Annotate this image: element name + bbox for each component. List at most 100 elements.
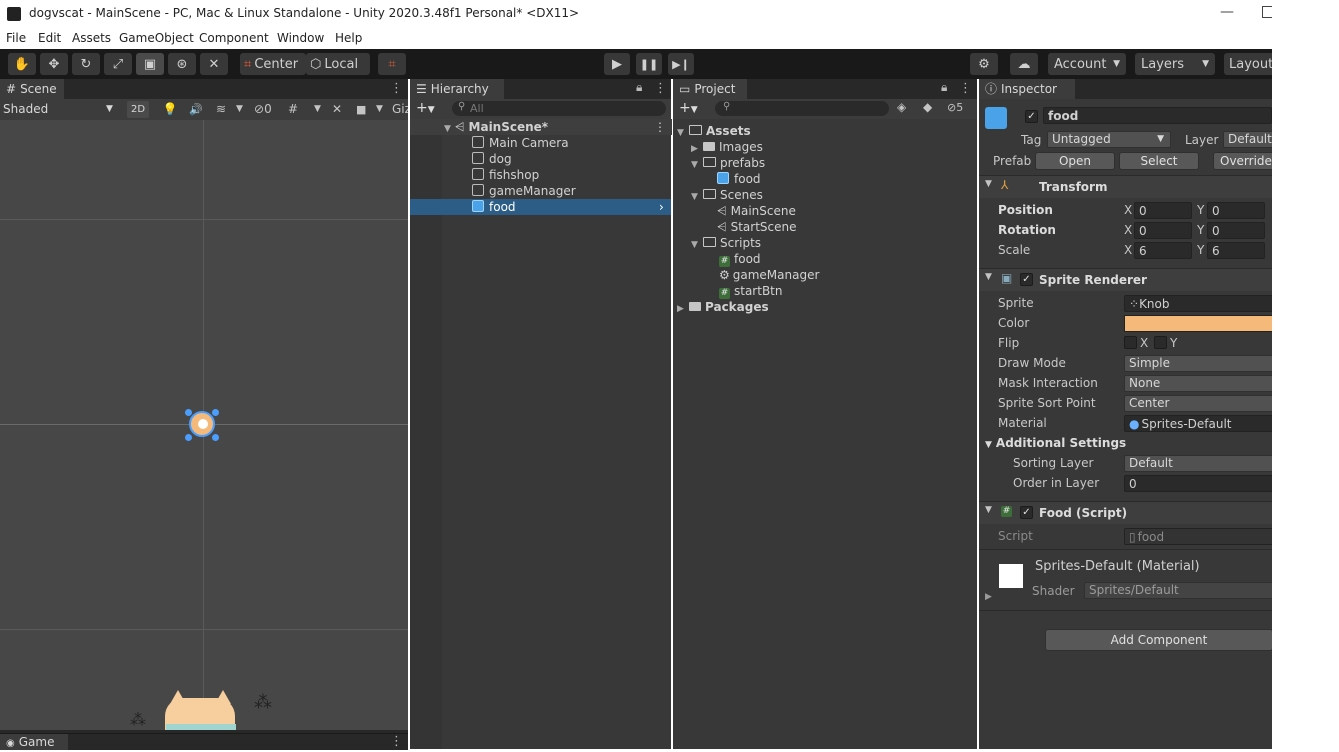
sprite-renderer-header[interactable]: ▼ ▣ ✓ Sprite Renderer — [979, 268, 1272, 291]
lock-icon[interactable]: 🔒︎ — [941, 80, 947, 95]
project-tree-item[interactable]: ▼ Scenes — [691, 187, 763, 203]
layers-dropdown[interactable]: Layers ▼ — [1135, 53, 1215, 75]
effects-icon[interactable]: ≋ — [210, 101, 232, 118]
resize-handle[interactable] — [185, 409, 192, 416]
project-search-input[interactable] — [715, 101, 889, 116]
filter-type-icon[interactable]: ◈ — [897, 100, 906, 114]
chevron-down-icon[interactable]: ▼ — [376, 101, 388, 118]
food-script-header[interactable]: ▼ # ✓ Food (Script) — [979, 501, 1272, 524]
scale-x-field[interactable]: 6 — [1134, 242, 1192, 259]
hierarchy-item-selected[interactable]: food › — [410, 199, 671, 215]
project-tree-item[interactable]: ▼ Assets — [677, 123, 751, 139]
toggle-2d-button[interactable]: 2D — [127, 101, 149, 118]
shader-dropdown[interactable]: Sprites/Default — [1084, 582, 1272, 599]
tag-dropdown[interactable]: Untagged ▼ — [1047, 131, 1171, 148]
shading-dropdown[interactable]: Shaded ▼ — [0, 99, 120, 120]
enabled-checkbox[interactable]: ✓ — [1020, 273, 1033, 286]
menu-assets[interactable]: Assets — [72, 31, 111, 45]
hierarchy-item[interactable]: fishshop — [410, 167, 672, 183]
sprite-field[interactable]: ⁘Knob — [1124, 295, 1272, 312]
rotation-y-field[interactable]: 0 — [1207, 222, 1265, 239]
hierarchy-item[interactable]: gameManager — [410, 183, 672, 199]
collapse-arrow-icon[interactable]: ▶ — [985, 592, 992, 602]
material-field[interactable]: ● Sprites-Default — [1124, 415, 1272, 432]
custom-tool-icon[interactable]: ✕ — [200, 53, 228, 75]
pause-button[interactable]: ❚❚ — [636, 53, 662, 75]
resize-handle[interactable] — [212, 409, 219, 416]
hand-tool-icon[interactable]: ✋ — [8, 53, 36, 75]
prefab-open-button[interactable]: Open — [1035, 152, 1115, 170]
lock-icon[interactable]: 🔒︎ — [636, 80, 642, 95]
layer-dropdown[interactable]: Default — [1223, 131, 1272, 148]
project-tree-item[interactable]: # startBtn — [719, 283, 783, 299]
menu-help[interactable]: Help — [335, 31, 362, 45]
tools-icon[interactable]: ✕ — [332, 101, 350, 118]
flip-y-checkbox[interactable] — [1154, 336, 1167, 349]
rotate-tool-icon[interactable]: ↻ — [72, 53, 100, 75]
transform-header[interactable]: ▼ ⅄ Transform — [979, 175, 1272, 198]
order-in-layer-field[interactable]: 0 — [1124, 475, 1272, 492]
chevron-down-icon[interactable]: ▼ — [236, 101, 248, 118]
menu-edit[interactable]: Edit — [38, 31, 61, 45]
project-tree-item[interactable]: ⩤ StartScene — [717, 219, 797, 235]
project-tree-item[interactable]: ▼ Scripts — [691, 235, 761, 251]
lighting-icon[interactable]: 💡 — [160, 101, 180, 118]
hidden-packages-toggle[interactable]: ⊘5 — [947, 101, 963, 114]
collab-icon[interactable]: ⚙ — [970, 53, 998, 75]
sprite-sort-point-dropdown[interactable]: Center — [1124, 395, 1272, 412]
position-x-field[interactable]: 0 — [1134, 202, 1192, 219]
move-tool-icon[interactable]: ✥ — [40, 53, 68, 75]
project-tree-item[interactable]: ▼ prefabs — [691, 155, 765, 171]
project-tree-item[interactable]: ▶ Packages — [677, 299, 769, 315]
project-tree-item[interactable]: # food — [719, 251, 761, 267]
add-button[interactable]: +▼ — [679, 100, 698, 116]
filter-label-icon[interactable]: ◆ — [923, 100, 932, 114]
step-button[interactable]: ▶❙ — [668, 53, 694, 75]
project-tree-item[interactable]: food — [717, 171, 761, 187]
resize-handle[interactable] — [185, 434, 192, 441]
scene-more-icon[interactable]: ⋮ — [654, 119, 666, 135]
sorting-layer-dropdown[interactable]: Default — [1124, 455, 1272, 472]
prefab-overrides-button[interactable]: Overrides — [1213, 152, 1272, 170]
chevron-down-icon[interactable]: ▼ — [314, 101, 326, 118]
active-checkbox[interactable]: ✓ — [1025, 110, 1038, 123]
hidden-objects-toggle[interactable]: ⊘0 — [254, 101, 284, 118]
scene-viewport[interactable]: ⁂ ⁂ — [0, 120, 408, 730]
project-more-icon[interactable]: ⋮ — [959, 81, 972, 96]
snap-grid-icon[interactable]: ⌗ — [378, 53, 406, 75]
object-name-field[interactable]: food — [1043, 107, 1272, 124]
game-more-icon[interactable]: ⋮ — [390, 734, 403, 749]
audio-icon[interactable]: 🔊 — [186, 101, 206, 118]
tab-project[interactable]: ▭ Project — [673, 79, 747, 99]
hierarchy-item[interactable]: dog — [410, 151, 672, 167]
hierarchy-search-input[interactable]: All — [452, 101, 666, 116]
prefab-select-button[interactable]: Select — [1119, 152, 1199, 170]
draw-mode-dropdown[interactable]: Simple — [1124, 355, 1272, 372]
account-dropdown[interactable]: Account ▼ — [1048, 53, 1126, 75]
food-sprite[interactable] — [189, 411, 215, 437]
grid-toggle-icon[interactable]: # — [288, 101, 308, 118]
add-button[interactable]: +▼ — [416, 100, 435, 116]
additional-settings-foldout[interactable]: ▼ Additional Settings — [985, 436, 1126, 450]
hierarchy-scene-row[interactable]: ▼ ⩤ MainScene* ⋮ — [410, 119, 672, 135]
enabled-checkbox[interactable]: ✓ — [1020, 506, 1033, 519]
tab-hierarchy[interactable]: ☰ Hierarchy — [410, 79, 504, 99]
scale-y-field[interactable]: 6 — [1207, 242, 1265, 259]
menu-window[interactable]: Window — [277, 31, 324, 45]
tab-inspector[interactable]: ⓘ Inspector — [979, 79, 1075, 99]
rotation-x-field[interactable]: 0 — [1134, 222, 1192, 239]
transform-tool-icon[interactable]: ⊛ — [168, 53, 196, 75]
menu-file[interactable]: File — [6, 31, 26, 45]
resize-handle[interactable] — [212, 434, 219, 441]
layout-dropdown[interactable]: Layout — [1224, 53, 1277, 75]
hierarchy-more-icon[interactable]: ⋮ — [654, 81, 667, 96]
mask-interaction-dropdown[interactable]: None — [1124, 375, 1272, 392]
scene-more-icon[interactable]: ⋮ — [390, 81, 403, 96]
position-y-field[interactable]: 0 — [1207, 202, 1265, 219]
play-button[interactable]: ▶ — [604, 53, 630, 75]
menu-component[interactable]: Component — [199, 31, 269, 45]
scale-tool-icon[interactable]: ⤢ — [104, 53, 132, 75]
add-component-button[interactable]: Add Component — [1045, 629, 1272, 651]
gizmos-dropdown[interactable]: Giz — [392, 101, 408, 118]
rect-tool-icon[interactable]: ▣ — [136, 53, 164, 75]
